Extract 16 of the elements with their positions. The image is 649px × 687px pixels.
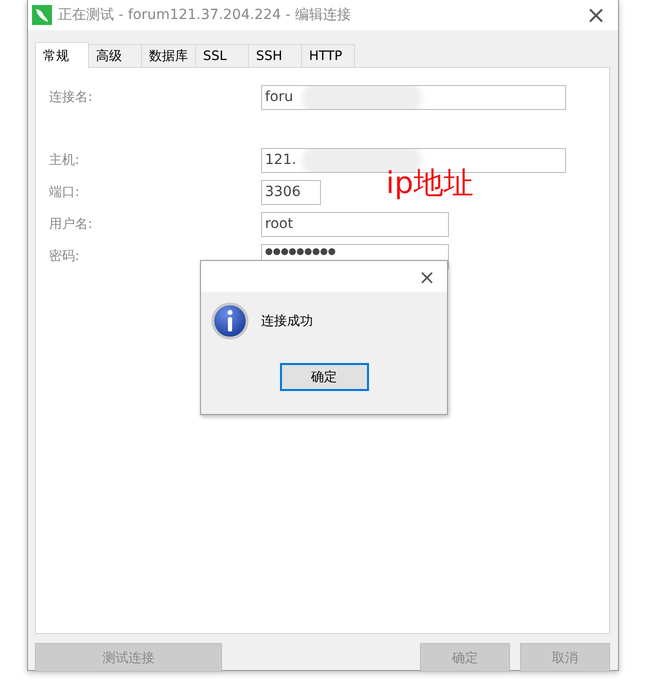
info-icon — [211, 302, 249, 340]
dialog-message: 连接成功 — [261, 313, 313, 330]
field-label: 主机: — [48, 152, 80, 169]
input-field[interactable]: root — [261, 212, 449, 236]
tab[interactable]: 常规 — [35, 42, 89, 68]
field-label: 端口: — [48, 184, 80, 201]
close-button[interactable]: × — [574, 0, 618, 30]
tab[interactable]: HTTP — [301, 44, 355, 67]
ok-button[interactable]: 确定 — [280, 363, 368, 391]
input-field[interactable]: 3306 — [261, 180, 321, 204]
app-logo-icon — [32, 5, 52, 25]
window-title: 正在测试 - forum121.37.204.224 - 编辑连接 — [58, 6, 352, 24]
field-label: 用户名: — [48, 216, 94, 233]
field-label: 连接名: — [48, 89, 94, 106]
input-field[interactable]: foru — [261, 84, 566, 110]
field-label: 密码: — [48, 248, 80, 265]
